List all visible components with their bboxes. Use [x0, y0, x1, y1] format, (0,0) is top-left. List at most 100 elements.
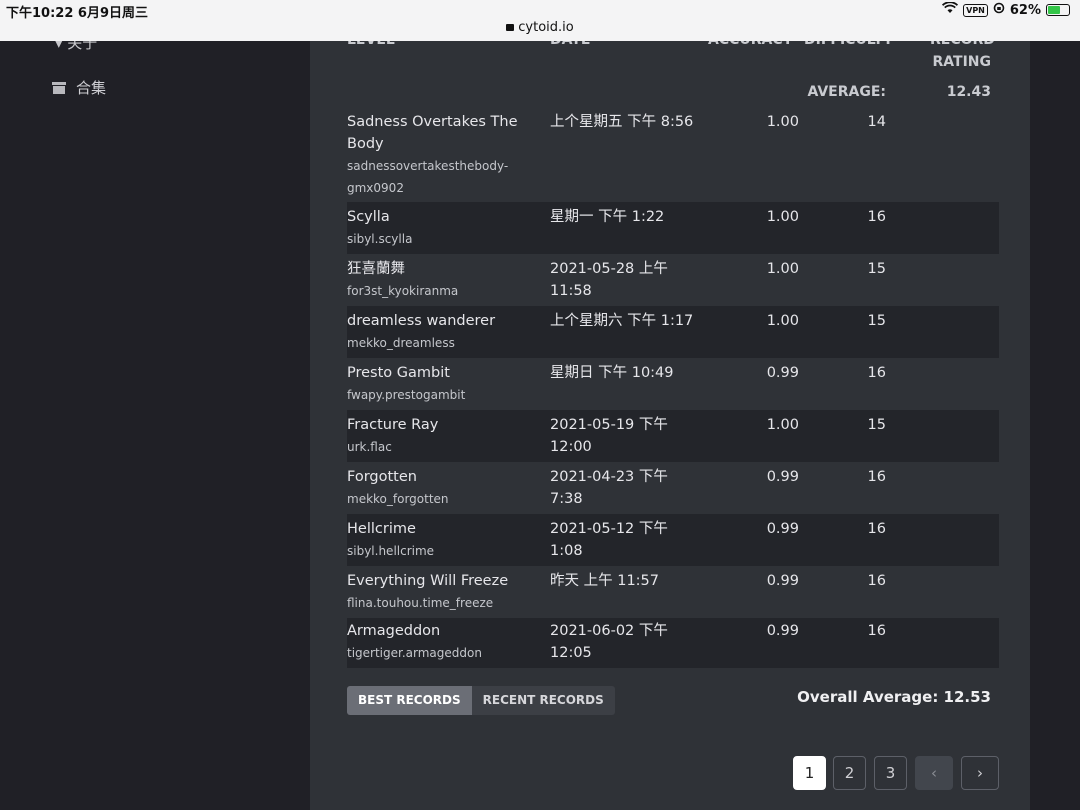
difficulty-cell: 16 [867, 365, 886, 381]
table-row[interactable]: Sadness Overtakes The Body sadnessoverta… [347, 108, 999, 202]
page-2-button[interactable]: 2 [833, 756, 866, 790]
date-cell: 2021-05-12 下午 1:08 [550, 521, 668, 559]
level-id: sadnessovertakesthebody-gmx0902 [347, 159, 509, 195]
level-cell: Fracture Ray urk.flac [347, 414, 438, 458]
level-title[interactable]: Hellcrime [347, 518, 434, 540]
table-row[interactable]: Hellcrime sibyl.hellcrime 2021-05-12 下午 1… [347, 514, 999, 566]
level-cell: Forgotten mekko_forgotten [347, 466, 449, 510]
table-row[interactable]: 狂喜蘭舞 for3st_kyokiranma 2021-05-28 上午 11:5… [347, 254, 999, 306]
date-cell: 星期一 下午 1:22 [550, 209, 665, 225]
level-id: mekko_dreamless [347, 336, 455, 350]
difficulty-cell: 16 [867, 573, 886, 589]
sidebar-item-label: 合集 [76, 79, 107, 97]
url-bar[interactable]: cytoid.io [0, 20, 1080, 35]
records-toggle: BEST RECORDS RECENT RECORDS [347, 686, 615, 715]
average-label: AVERAGE: [807, 84, 886, 100]
chevron-right-icon: › [977, 764, 983, 782]
battery-icon [1046, 4, 1070, 16]
level-title[interactable]: Presto Gambit [347, 362, 465, 384]
header-rating: RATING [932, 54, 992, 70]
accuracy-cell: 1.00 [766, 417, 799, 433]
page-3-button[interactable]: 3 [874, 756, 907, 790]
accuracy-cell: 0.99 [766, 521, 799, 537]
accuracy-cell: 1.00 [766, 313, 799, 329]
difficulty-cell: 16 [867, 469, 886, 485]
chevron-left-icon: ‹ [931, 764, 937, 782]
level-title[interactable]: Fracture Ray [347, 414, 438, 436]
accuracy-cell: 1.00 [766, 209, 799, 225]
level-title[interactable]: dreamless wanderer [347, 310, 495, 332]
accuracy-cell: 1.00 [766, 114, 799, 130]
accuracy-cell: 0.99 [766, 365, 799, 381]
table-row[interactable]: Forgotten mekko_forgotten 2021-04-23 下午 7… [347, 462, 999, 514]
lock-rotation-icon [993, 2, 1005, 18]
vpn-badge: VPN [963, 3, 988, 17]
level-title[interactable]: Everything Will Freeze [347, 570, 508, 592]
records-card: LEVEL DATE ACCURACY DIFFICULTY RECORD RA… [310, 0, 1030, 810]
level-cell: Hellcrime sibyl.hellcrime [347, 518, 434, 562]
sidebar: ▾ 关于 合集 [0, 0, 310, 810]
difficulty-cell: 16 [867, 623, 886, 639]
difficulty-cell: 14 [867, 114, 886, 130]
level-cell: Everything Will Freeze flina.touhou.time… [347, 570, 508, 614]
level-title[interactable]: Armageddon [347, 620, 482, 642]
status-bar: 下午10:22 6月9日周三 VPN 62% cytoid.io [0, 0, 1080, 41]
date-cell: 2021-06-02 下午 12:05 [550, 623, 668, 661]
difficulty-cell: 16 [867, 521, 886, 537]
table-row[interactable]: Fracture Ray urk.flac 2021-05-19 下午 12:00… [347, 410, 999, 462]
level-id: sibyl.scylla [347, 232, 413, 246]
level-id: mekko_forgotten [347, 492, 449, 506]
date-cell: 上个星期五 下午 8:56 [550, 114, 694, 130]
next-page-button[interactable]: › [961, 756, 999, 790]
date-cell: 2021-04-23 下午 7:38 [550, 469, 668, 507]
difficulty-cell: 15 [867, 417, 886, 433]
difficulty-cell: 15 [867, 261, 886, 277]
level-cell: Presto Gambit fwapy.prestogambit [347, 362, 465, 406]
level-cell: dreamless wanderer mekko_dreamless [347, 310, 495, 354]
overall-average: Overall Average: 12.53 [797, 688, 991, 706]
table-row[interactable]: Presto Gambit fwapy.prestogambit 星期日 下午 … [347, 358, 999, 410]
best-records-button[interactable]: BEST RECORDS [347, 686, 472, 715]
accuracy-cell: 0.99 [766, 469, 799, 485]
difficulty-cell: 15 [867, 313, 886, 329]
lock-icon [506, 24, 515, 31]
prev-page-button[interactable]: ‹ [915, 756, 953, 790]
sidebar-item-collections[interactable]: 合集 [52, 77, 106, 98]
table-row[interactable]: Everything Will Freeze flina.touhou.time… [347, 566, 999, 618]
level-cell: Scylla sibyl.scylla [347, 206, 412, 250]
date-cell: 星期日 下午 10:49 [550, 365, 674, 381]
accuracy-cell: 0.99 [766, 623, 799, 639]
table-row[interactable]: Armageddon tigertiger.armageddon 2021-06… [347, 618, 999, 668]
date-cell: 上个星期六 下午 1:17 [550, 313, 694, 329]
level-id: for3st_kyokiranma [347, 284, 459, 298]
status-time: 下午10:22 6月9日周三 [6, 6, 148, 21]
page-background-right [1030, 0, 1080, 810]
page-1-button[interactable]: 1 [793, 756, 826, 790]
level-id: sibyl.hellcrime [347, 544, 435, 558]
status-icons: VPN 62% [942, 1, 1070, 18]
level-title[interactable]: Sadness Overtakes The Body [347, 111, 532, 155]
level-cell: Sadness Overtakes The Body sadnessoverta… [347, 111, 532, 199]
accuracy-cell: 1.00 [766, 261, 799, 277]
level-id: urk.flac [347, 440, 392, 454]
average-value: 12.43 [946, 84, 991, 100]
table-row[interactable]: dreamless wanderer mekko_dreamless 上个星期六… [347, 306, 999, 358]
battery-percent: 62% [1009, 2, 1041, 18]
level-cell: Armageddon tigertiger.armageddon [347, 620, 482, 664]
level-id: fwapy.prestogambit [347, 388, 466, 402]
table-row[interactable]: Scylla sibyl.scylla 星期一 下午 1:22 1.00 16 [347, 202, 999, 254]
archive-icon [52, 81, 66, 94]
url-text: cytoid.io [518, 20, 574, 35]
date-cell: 2021-05-19 下午 12:00 [550, 417, 668, 455]
level-title[interactable]: Scylla [347, 206, 412, 228]
wifi-icon [942, 1, 959, 18]
date-cell: 昨天 上午 11:57 [550, 573, 660, 589]
difficulty-cell: 16 [867, 209, 886, 225]
date-cell: 2021-05-28 上午 11:58 [550, 261, 668, 299]
level-id: flina.touhou.time_freeze [347, 596, 494, 610]
level-id: tigertiger.armageddon [347, 646, 482, 660]
level-title[interactable]: Forgotten [347, 466, 449, 488]
level-cell: 狂喜蘭舞 for3st_kyokiranma [347, 258, 458, 302]
level-title[interactable]: 狂喜蘭舞 [347, 258, 458, 280]
recent-records-button[interactable]: RECENT RECORDS [471, 686, 615, 715]
